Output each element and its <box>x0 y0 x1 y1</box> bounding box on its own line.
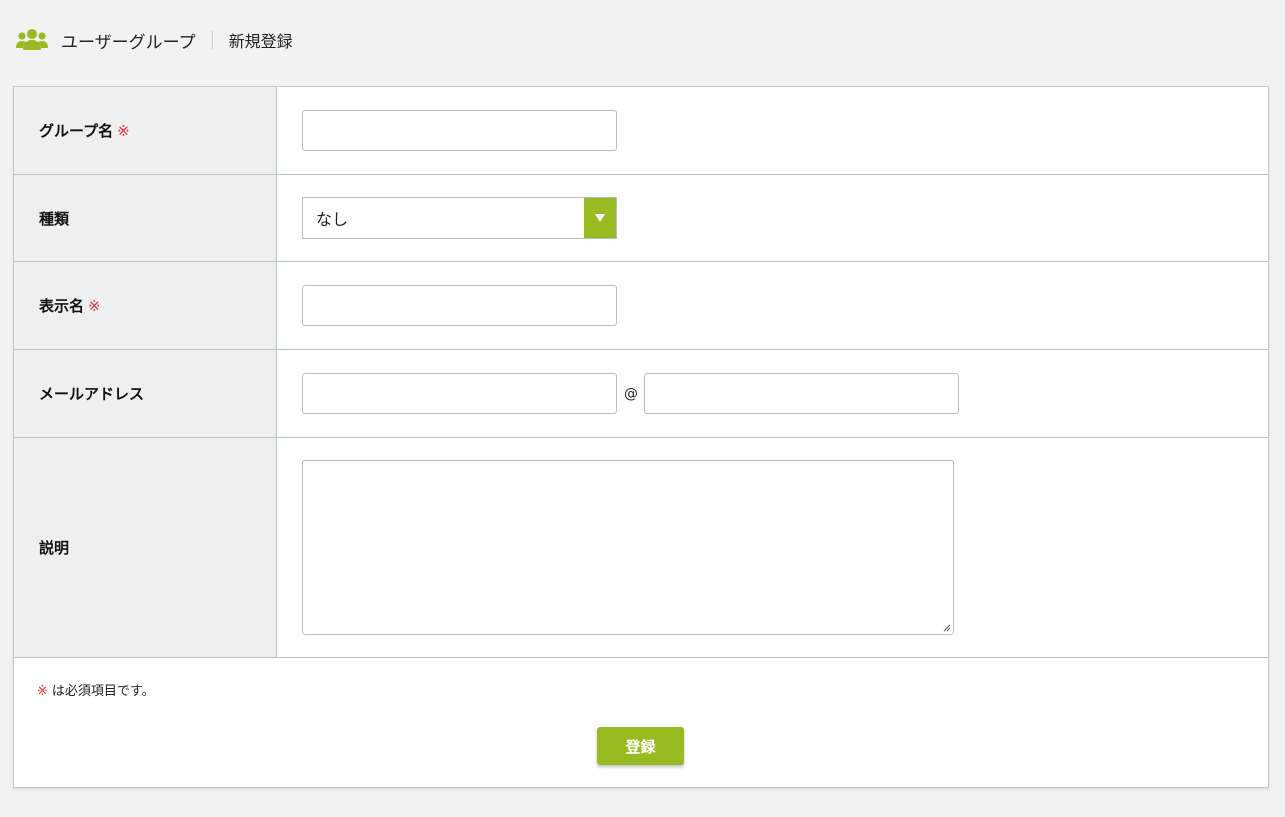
group-name-input[interactable] <box>302 110 617 151</box>
page-header: ユーザーグループ 新規登録 <box>0 0 1285 86</box>
row-type: 種類 なし <box>14 175 1268 262</box>
description-textarea[interactable] <box>302 460 954 635</box>
required-note-mark: ※ <box>37 684 48 699</box>
email-field-cell: @ <box>277 350 1268 437</box>
group-name-label-cell: グループ名 ※ <box>14 87 277 174</box>
form-panel: グループ名 ※ 種類 なし 表示名 ※ メールアドレス @ 説明 ※ は必須項目… <box>13 86 1269 788</box>
type-field-cell: なし <box>277 175 1268 261</box>
required-note: ※ は必須項目です。 <box>37 680 155 699</box>
group-name-label: グループ名 <box>39 122 114 140</box>
display-name-input[interactable] <box>302 285 617 326</box>
description-field-cell <box>277 438 1268 657</box>
email-local-input[interactable] <box>302 373 617 414</box>
email-domain-input[interactable] <box>644 373 959 414</box>
header-divider <box>211 31 213 49</box>
display-name-label-cell: 表示名 ※ <box>14 262 277 349</box>
register-button[interactable]: 登録 <box>597 727 684 765</box>
type-select-value: なし <box>316 210 349 229</box>
description-label: 説明 <box>39 539 70 557</box>
users-icon <box>16 28 48 52</box>
row-group-name: グループ名 ※ <box>14 87 1268 175</box>
required-mark: ※ <box>88 296 101 315</box>
resize-handle-icon[interactable] <box>941 622 951 632</box>
description-label-cell: 説明 <box>14 438 277 657</box>
at-sign: @ <box>624 385 638 402</box>
type-select[interactable]: なし <box>302 197 617 239</box>
display-name-label: 表示名 <box>39 297 85 315</box>
required-mark: ※ <box>117 121 130 140</box>
display-name-field-cell <box>277 262 1268 349</box>
required-note-text: は必須項目です。 <box>51 684 155 699</box>
page-subtitle: 新規登録 <box>228 32 293 51</box>
row-email: メールアドレス @ <box>14 350 1268 438</box>
dropdown-arrow-icon[interactable] <box>584 198 616 238</box>
email-label-cell: メールアドレス <box>14 350 277 437</box>
type-label-cell: 種類 <box>14 175 277 261</box>
row-display-name: 表示名 ※ <box>14 262 1268 350</box>
page-title: ユーザーグループ <box>61 32 196 53</box>
group-name-field-cell <box>277 87 1268 174</box>
row-description: 説明 <box>14 438 1268 658</box>
type-label: 種類 <box>39 209 70 228</box>
form-footer: ※ は必須項目です。 登録 <box>14 658 1268 787</box>
email-label: メールアドレス <box>39 385 145 403</box>
